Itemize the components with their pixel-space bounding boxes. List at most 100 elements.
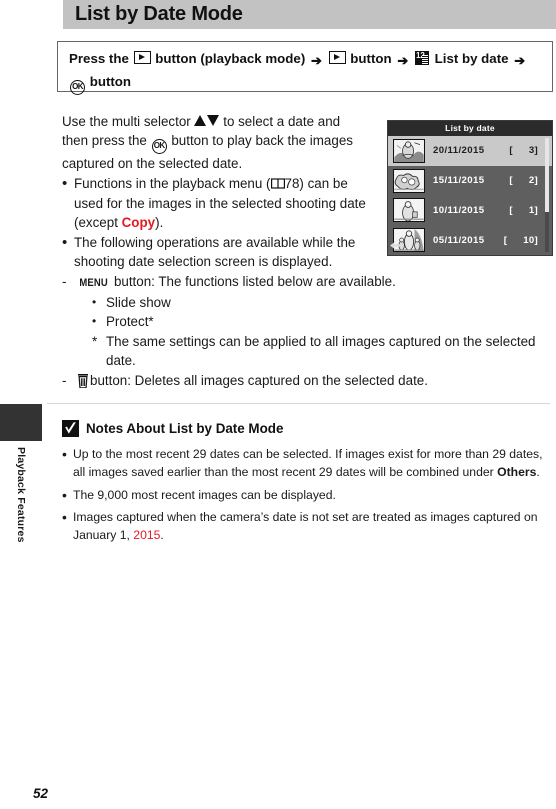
year-emphasis: 2015 bbox=[133, 528, 161, 543]
trash-icon bbox=[77, 373, 89, 389]
instruction-part2: button (playback mode) bbox=[155, 51, 306, 66]
bracket-right: ] bbox=[534, 204, 538, 216]
bracket-left: [ bbox=[509, 204, 513, 216]
note3-post: . bbox=[160, 528, 164, 543]
others-emphasis: Others bbox=[497, 464, 537, 479]
note1-post: . bbox=[536, 464, 540, 479]
instruction-box: Press the button (playback mode) ➔ butto… bbox=[57, 41, 553, 95]
camera-screen-illustration: List by date 20/11/2015 [3] 15/11/2015 [… bbox=[387, 120, 553, 256]
note-text-3: Images captured when the camera’s date i… bbox=[73, 509, 550, 545]
multi-selector-down-icon bbox=[207, 115, 220, 126]
section-tab-marker bbox=[0, 404, 42, 441]
date-label: 15/11/2015 bbox=[433, 175, 485, 187]
playback-icon-2 bbox=[328, 51, 346, 64]
dash-mark: - bbox=[62, 274, 67, 289]
image-count: [1] bbox=[485, 205, 553, 216]
image-count: [10] bbox=[485, 235, 553, 246]
multi-selector-up-icon bbox=[194, 115, 207, 126]
page-number: 52 bbox=[33, 786, 49, 801]
bullet1-pre: Functions in the playback menu ( bbox=[74, 176, 271, 192]
bullet-dot-icon: • bbox=[62, 234, 68, 252]
section-divider bbox=[47, 403, 550, 404]
dash-mark: - bbox=[62, 373, 67, 389]
delete-sub-item-label: button: Deletes all images captured on t… bbox=[90, 373, 428, 389]
instruction-part1: Press the bbox=[69, 51, 129, 66]
notes-heading: Notes About List by Date Mode bbox=[86, 421, 284, 436]
menu-sub-item-text: MENU button: The functions listed below … bbox=[77, 272, 546, 293]
intro-paragraph: Use the multi selector to select a date … bbox=[62, 112, 367, 173]
thumbnail-image bbox=[393, 168, 425, 193]
list-by-date-icon: 12 bbox=[414, 51, 429, 65]
ok-button-icon-2: OK bbox=[151, 139, 167, 155]
book-reference-icon bbox=[270, 175, 285, 190]
playback-icon bbox=[133, 51, 151, 64]
menu-function-slide-show: Slide show bbox=[106, 295, 171, 311]
bracket-right: ] bbox=[534, 234, 538, 246]
bullet-dot-icon: • bbox=[62, 486, 67, 503]
count-value: 10 bbox=[523, 234, 535, 246]
list-item: • Up to the most recent 29 dates can be … bbox=[62, 446, 550, 482]
copy-emphasis: Copy bbox=[121, 214, 156, 230]
bullet-text-1: Functions in the playback menu (78) can … bbox=[74, 174, 367, 232]
delete-sub-item-text: button: Deletes all images captured on t… bbox=[77, 371, 546, 390]
note-text-1: Up to the most recent 29 dates can be se… bbox=[73, 446, 550, 482]
footnote: * The same settings can be applied to al… bbox=[92, 332, 546, 370]
delete-sub-item: - button: Deletes all images captured on… bbox=[62, 371, 546, 390]
notes-body: • Up to the most recent 29 dates can be … bbox=[62, 441, 550, 545]
ok-button-icon: OK bbox=[70, 80, 85, 95]
list-item: • The 9,000 most recent images can be di… bbox=[62, 487, 550, 505]
bullet-dot-icon: • bbox=[62, 175, 68, 193]
section-tab-label: Playback Features bbox=[15, 447, 27, 543]
thumbnail-image bbox=[393, 198, 425, 223]
body-column-wide: - MENU button: The functions listed belo… bbox=[62, 271, 546, 390]
scrollbar-thumb[interactable] bbox=[545, 138, 549, 212]
checkmark-icon bbox=[62, 420, 79, 437]
footnote-mark: * bbox=[92, 333, 98, 349]
menu-sub-item-label: button: The functions listed below are a… bbox=[113, 274, 396, 289]
bullet1-ref: 78 bbox=[284, 176, 300, 192]
bullet-dot-icon: • bbox=[92, 314, 97, 329]
note1-pre: Up to the most recent 29 dates can be se… bbox=[73, 447, 543, 479]
bullet-dot-icon: • bbox=[92, 295, 97, 310]
bracket-right: ] bbox=[534, 145, 538, 157]
bracket-left: [ bbox=[509, 145, 513, 157]
camera-date-list: 20/11/2015 [3] 15/11/2015 [2] 10/11/2015… bbox=[388, 136, 552, 255]
arrow-right-icon-3: ➔ bbox=[514, 53, 526, 68]
date-label: 20/11/2015 bbox=[433, 145, 485, 157]
instruction-part4: List by date bbox=[434, 51, 509, 66]
image-count: [3] bbox=[485, 145, 553, 156]
bullet1-post: ). bbox=[155, 214, 164, 230]
camera-screen-title: List by date bbox=[388, 121, 552, 136]
bullet-text-2: The following operations are available w… bbox=[74, 235, 356, 270]
menu-function-protect: Protect* bbox=[106, 314, 154, 330]
instruction-part5: button bbox=[89, 74, 132, 89]
arrow-right-icon-2: ➔ bbox=[397, 53, 409, 68]
bullet-dot-icon: • bbox=[62, 509, 67, 526]
arrow-right-icon: ➔ bbox=[310, 53, 322, 68]
menu-button-icon: MENU bbox=[79, 277, 108, 289]
list-item: • Slide show bbox=[92, 293, 546, 312]
thumbnail-image bbox=[393, 138, 425, 163]
list-item: • Functions in the playback menu (78) ca… bbox=[62, 174, 367, 232]
list-item: • The following operations are available… bbox=[62, 233, 367, 271]
body-column-narrow: Use the multi selector to select a date … bbox=[62, 112, 367, 271]
instruction-text: Press the button (playback mode) ➔ butto… bbox=[69, 48, 547, 95]
intro-pre: Use the multi selector bbox=[62, 114, 191, 129]
table-row[interactable]: 15/11/2015 [2] bbox=[388, 166, 552, 196]
bracket-left: [ bbox=[503, 234, 508, 246]
list-item: • Protect* bbox=[92, 312, 546, 331]
table-row[interactable]: 10/11/2015 [1] bbox=[388, 196, 552, 226]
table-row[interactable]: 20/11/2015 [3] bbox=[388, 136, 552, 166]
instruction-part3: button bbox=[350, 51, 392, 66]
bracket-left: [ bbox=[509, 175, 513, 187]
menu-sub-item: - MENU button: The functions listed belo… bbox=[62, 272, 546, 293]
back-arrow-icon bbox=[390, 242, 402, 249]
footnote-text: The same settings can be applied to all … bbox=[106, 333, 536, 368]
bracket-right: ] bbox=[534, 175, 538, 187]
image-count: [2] bbox=[485, 175, 553, 186]
page-title: List by Date Mode bbox=[75, 3, 243, 25]
date-label: 05/11/2015 bbox=[433, 234, 485, 246]
table-row[interactable]: 05/11/2015 [10] bbox=[388, 225, 552, 255]
list-item: • Images captured when the camera’s date… bbox=[62, 509, 550, 545]
date-label: 10/11/2015 bbox=[433, 204, 485, 216]
